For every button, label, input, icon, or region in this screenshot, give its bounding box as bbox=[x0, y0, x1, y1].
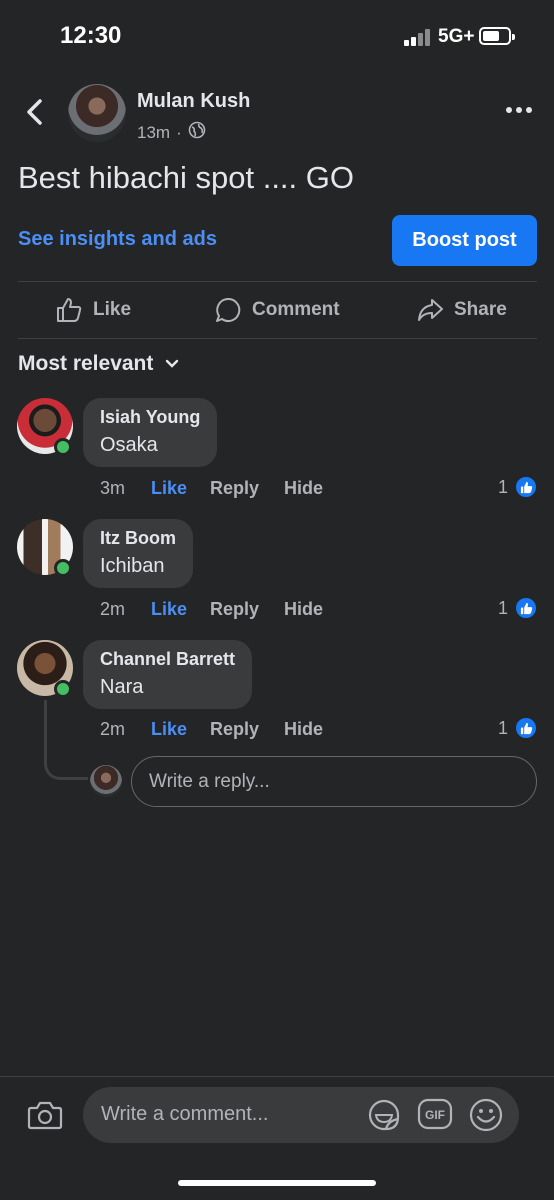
comment-bubble[interactable]: Itz Boom Ichiban bbox=[83, 519, 193, 588]
thread-connector bbox=[44, 700, 88, 780]
online-indicator bbox=[54, 680, 72, 698]
comment-placeholder: Write a comment... bbox=[101, 1103, 269, 1125]
gif-label: GIF bbox=[425, 1108, 445, 1122]
comment-like-button[interactable]: Like bbox=[151, 478, 210, 499]
network-type: 5G+ bbox=[438, 26, 475, 47]
comment-actions: 3m Like Reply Hide bbox=[100, 478, 323, 499]
post-text: Best hibachi spot .... GO bbox=[18, 160, 354, 195]
comment-time: 2m bbox=[100, 719, 126, 739]
comment-like-button[interactable]: Like bbox=[151, 599, 210, 620]
comment-bubble[interactable]: Channel Barrett Nara bbox=[83, 640, 253, 709]
comment-time: 3m bbox=[100, 478, 126, 498]
globe-icon[interactable] bbox=[188, 121, 206, 144]
divider bbox=[18, 338, 537, 339]
divider bbox=[18, 281, 537, 282]
reply-placeholder: Write a reply... bbox=[149, 770, 270, 792]
camera-icon[interactable] bbox=[26, 1096, 64, 1134]
chevron-down-icon bbox=[166, 359, 179, 368]
comment-like-button[interactable]: Like bbox=[151, 719, 210, 740]
more-options-icon[interactable] bbox=[506, 107, 532, 117]
comment-button[interactable]: Comment bbox=[214, 296, 340, 324]
reaction-count-value: 1 bbox=[498, 476, 509, 497]
comment-time: 2m bbox=[100, 599, 126, 619]
gif-icon[interactable]: GIF bbox=[417, 1098, 453, 1130]
comment-text: Ichiban bbox=[100, 555, 165, 577]
insights-link[interactable]: See insights and ads bbox=[18, 228, 217, 251]
share-icon bbox=[418, 299, 443, 321]
sticker-icon[interactable] bbox=[366, 1097, 402, 1133]
comment-author[interactable]: Itz Boom bbox=[100, 528, 176, 549]
comment-hide-button[interactable]: Hide bbox=[284, 719, 323, 740]
author-name[interactable]: Mulan Kush bbox=[137, 90, 250, 113]
reply-input[interactable]: Write a reply... bbox=[131, 756, 537, 807]
share-label: Share bbox=[454, 299, 507, 320]
boost-post-button[interactable]: Boost post bbox=[392, 215, 537, 266]
like-reaction-icon bbox=[514, 716, 539, 740]
comment-author[interactable]: Channel Barrett bbox=[100, 649, 235, 670]
back-icon[interactable] bbox=[22, 96, 52, 128]
emoji-icon[interactable] bbox=[468, 1097, 504, 1133]
reaction-count[interactable]: 1 bbox=[498, 596, 539, 620]
meta-separator: · bbox=[176, 122, 182, 142]
comment-icon bbox=[216, 297, 241, 322]
reaction-count[interactable]: 1 bbox=[498, 475, 539, 499]
reaction-count-value: 1 bbox=[498, 597, 509, 618]
status-time: 12:30 bbox=[60, 22, 122, 49]
comment-reply-button[interactable]: Reply bbox=[210, 719, 284, 740]
battery-icon bbox=[479, 27, 515, 45]
comment-text: Osaka bbox=[100, 434, 158, 456]
comment-actions: 2m Like Reply Hide bbox=[100, 599, 323, 620]
post-time: 13m bbox=[137, 122, 171, 142]
like-label: Like bbox=[93, 299, 132, 320]
comment-text: Nara bbox=[100, 676, 144, 698]
comment-author[interactable]: Isiah Young bbox=[100, 407, 200, 428]
author-avatar[interactable] bbox=[68, 84, 126, 142]
like-reaction-icon bbox=[514, 475, 539, 499]
reply-avatar bbox=[90, 765, 122, 797]
comment-hide-button[interactable]: Hide bbox=[284, 478, 323, 499]
comment-hide-button[interactable]: Hide bbox=[284, 599, 323, 620]
home-indicator[interactable] bbox=[178, 1180, 376, 1186]
share-button[interactable]: Share bbox=[416, 296, 507, 324]
like-button[interactable]: Like bbox=[55, 296, 131, 324]
thumbs-up-icon bbox=[57, 298, 82, 322]
comment-actions: 2m Like Reply Hide bbox=[100, 719, 323, 740]
signal-icon bbox=[404, 28, 434, 46]
comment-bubble[interactable]: Isiah Young Osaka bbox=[83, 398, 218, 467]
online-indicator bbox=[54, 438, 72, 456]
sort-dropdown[interactable]: Most relevant bbox=[18, 352, 179, 376]
online-indicator bbox=[54, 559, 72, 577]
comment-reply-button[interactable]: Reply bbox=[210, 478, 284, 499]
reaction-count[interactable]: 1 bbox=[498, 716, 539, 740]
sort-label: Most relevant bbox=[18, 352, 154, 375]
comment-label: Comment bbox=[252, 299, 340, 320]
comment-reply-button[interactable]: Reply bbox=[210, 599, 284, 620]
like-reaction-icon bbox=[514, 596, 539, 620]
reaction-count-value: 1 bbox=[498, 717, 509, 738]
post-meta: 13m · bbox=[137, 121, 206, 144]
